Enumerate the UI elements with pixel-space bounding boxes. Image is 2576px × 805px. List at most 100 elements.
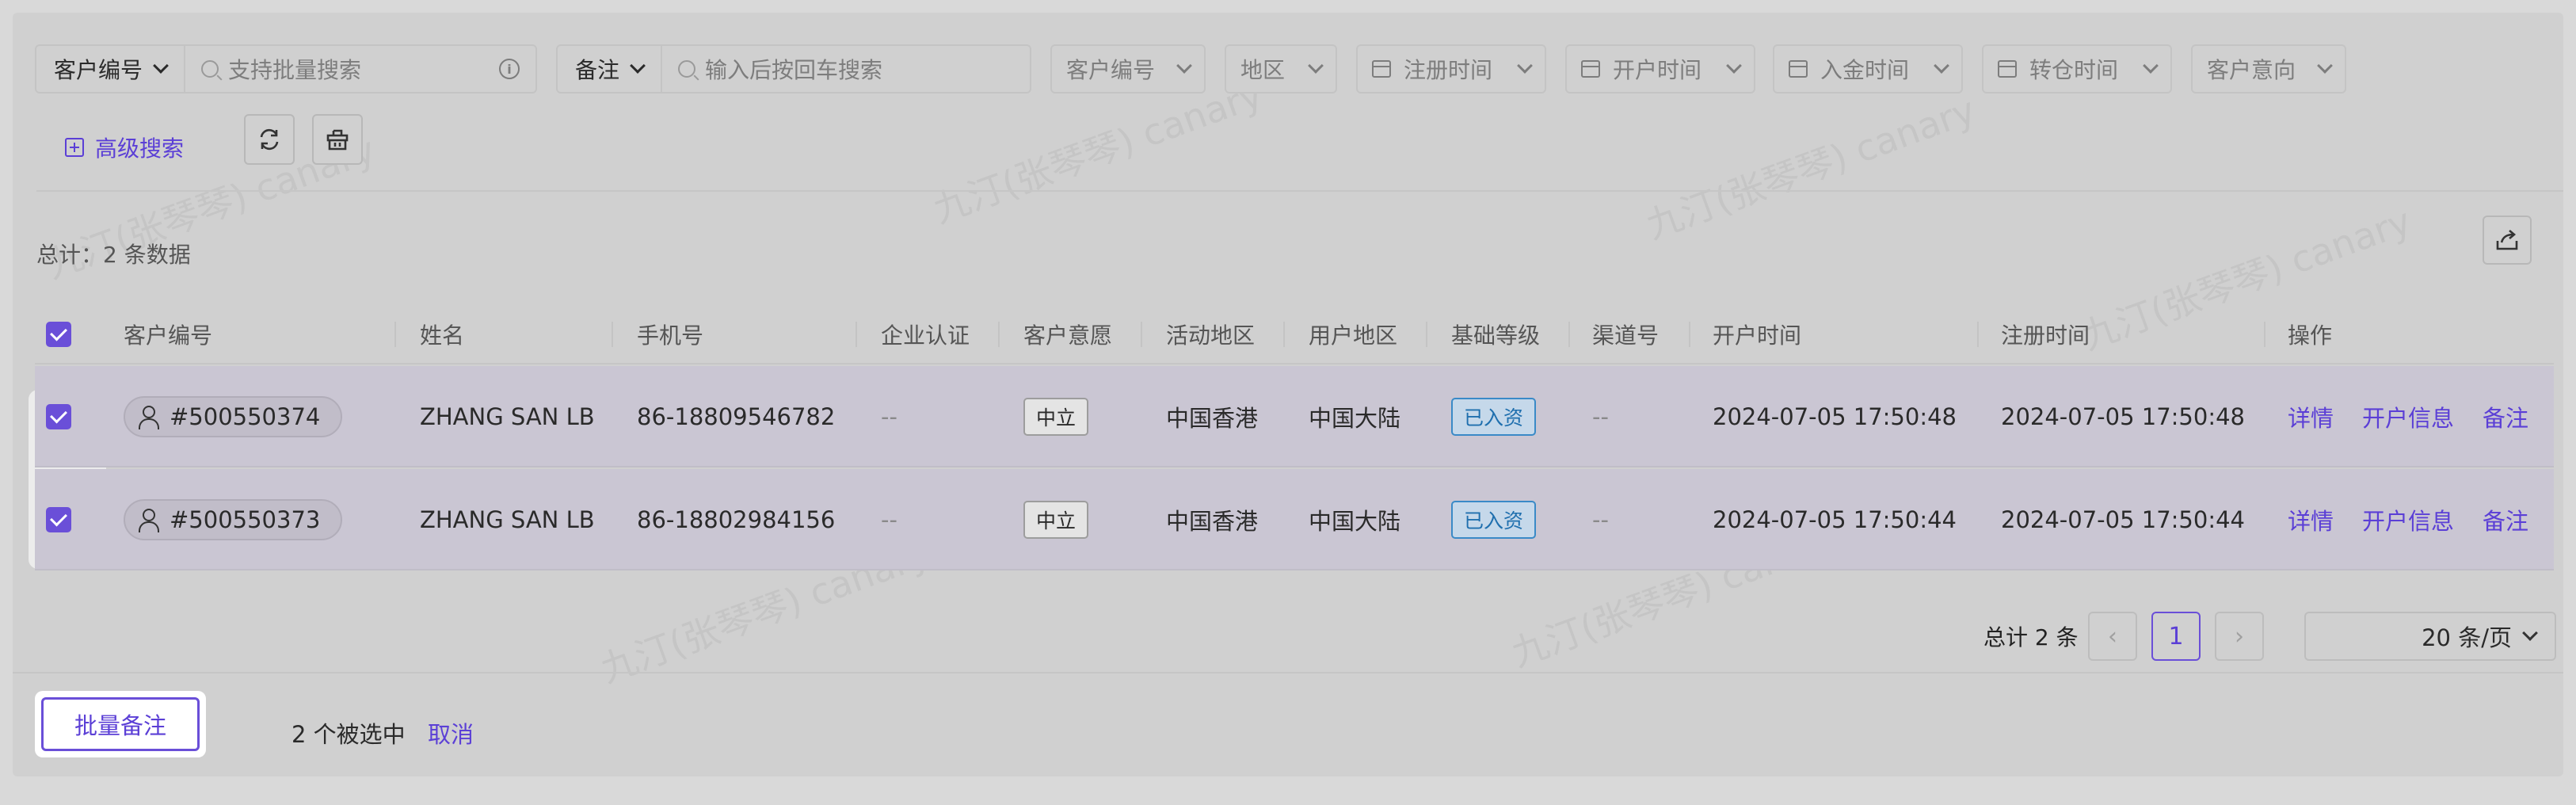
customer-id-select[interactable]: 客户编号 xyxy=(36,46,186,92)
customer-name: ZHANG SAN LB xyxy=(420,403,595,430)
calendar-icon xyxy=(1789,60,1808,78)
search-icon xyxy=(201,60,219,78)
clear-filter-button[interactable] xyxy=(312,114,363,165)
table-header: 客户编号 姓名 手机号 企业认证 客户意愿 活动地区 用户地区 基础等级 渠道号… xyxy=(35,304,2554,364)
column-separator xyxy=(394,322,396,347)
detail-link[interactable]: 详情 xyxy=(2288,400,2334,433)
deposit-time-label: 入金时间 xyxy=(1820,57,1910,83)
channel: -- xyxy=(1592,506,1609,533)
column-header: 开户时间 xyxy=(1713,322,1802,349)
transfer-time-filter[interactable]: 转仓时间 xyxy=(1982,44,2172,93)
chevron-down-icon xyxy=(1308,58,1324,74)
region-dropdown[interactable]: 地区 xyxy=(1225,44,1337,93)
user-icon xyxy=(138,509,159,532)
detail-link[interactable]: 详情 xyxy=(2288,503,2334,536)
chevron-down-icon xyxy=(153,58,169,74)
customer-id-dropdown[interactable]: 客户编号 xyxy=(1050,44,1206,93)
chevron-down-icon xyxy=(1934,58,1949,74)
register-time-label: 注册时间 xyxy=(1404,57,1493,83)
calendar-icon xyxy=(1372,60,1391,78)
column-header: 操作 xyxy=(2288,322,2333,349)
channel: -- xyxy=(1592,403,1609,430)
advanced-search-button[interactable]: 高级搜索 xyxy=(65,132,184,163)
footer-divider xyxy=(13,672,2563,673)
user-icon xyxy=(138,406,159,429)
chevron-down-icon xyxy=(630,58,646,74)
next-page-button[interactable]: › xyxy=(2215,612,2264,661)
column-separator xyxy=(2264,322,2265,347)
deposit-time-filter[interactable]: 入金时间 xyxy=(1773,44,1963,93)
column-separator xyxy=(1141,322,1142,347)
user-region: 中国大陆 xyxy=(1309,508,1401,535)
region-dropdown-label: 地区 xyxy=(1240,57,1286,83)
batch-remark-button[interactable]: 批量备注 xyxy=(41,697,200,751)
pagination-total: 总计 2 条 xyxy=(1983,624,2079,650)
register-time: 2024-07-05 17:50:44 xyxy=(2001,506,2245,533)
select-all-checkbox[interactable] xyxy=(46,304,71,364)
open-time-filter[interactable]: 开户时间 xyxy=(1565,44,1755,93)
column-separator xyxy=(1283,322,1285,347)
chevron-down-icon xyxy=(2522,625,2538,641)
account-info-link[interactable]: 开户信息 xyxy=(2362,503,2454,536)
basket-icon xyxy=(326,129,349,151)
column-header: 基础等级 xyxy=(1451,322,1541,349)
column-header: 用户地区 xyxy=(1309,322,1398,349)
customer-id-search: 客户编号 支持批量搜索 i xyxy=(35,44,537,93)
activity-region: 中国香港 xyxy=(1166,508,1259,535)
column-separator xyxy=(612,322,613,347)
level-tag: 已入资 xyxy=(1451,501,1537,539)
customer-id-pill[interactable]: #500550373 xyxy=(124,499,343,540)
intention-tag: 中立 xyxy=(1023,501,1089,539)
remark-link[interactable]: 备注 xyxy=(2483,503,2528,536)
customer-name: ZHANG SAN LB xyxy=(420,506,595,533)
info-icon[interactable]: i xyxy=(499,59,520,79)
cancel-selection-link[interactable]: 取消 xyxy=(428,716,474,750)
register-time-filter[interactable]: 注册时间 xyxy=(1356,44,1546,93)
row-checkbox[interactable] xyxy=(46,366,71,467)
chevron-down-icon xyxy=(1517,58,1533,74)
enterprise-cert: -- xyxy=(881,506,897,533)
table-row: #500550373 ZHANG SAN LB 86-18802984156 -… xyxy=(35,469,2554,570)
open-time: 2024-07-05 17:50:48 xyxy=(1713,403,1957,430)
page-size-label: 20 条/页 xyxy=(2422,624,2512,651)
page-button[interactable]: 1 xyxy=(2151,612,2201,661)
customer-id-select-label: 客户编号 xyxy=(54,57,143,83)
enterprise-cert: -- xyxy=(881,403,897,430)
remark-select[interactable]: 备注 xyxy=(558,46,663,92)
account-info-link[interactable]: 开户信息 xyxy=(2362,400,2454,433)
chevron-down-icon xyxy=(1726,58,1742,74)
total-count: 总计：2 条数据 xyxy=(36,242,191,268)
intention-dropdown[interactable]: 客户意向 xyxy=(2191,44,2346,93)
calendar-icon xyxy=(1998,60,2017,78)
phone: 86-18802984156 xyxy=(637,506,836,533)
chevron-right-icon: › xyxy=(2235,622,2244,650)
intention-tag: 中立 xyxy=(1023,398,1089,436)
activity-region: 中国香港 xyxy=(1166,405,1259,432)
column-separator xyxy=(1689,322,1690,347)
column-header: 企业认证 xyxy=(881,322,970,349)
advanced-search-label: 高级搜索 xyxy=(95,135,185,162)
divider xyxy=(36,190,2563,192)
batch-search-input[interactable]: 支持批量搜索 i xyxy=(185,46,535,92)
transfer-time-label: 转仓时间 xyxy=(2029,57,2119,83)
checkbox-checked-icon xyxy=(46,404,71,429)
column-header: 注册时间 xyxy=(2001,322,2090,349)
phone: 86-18809546782 xyxy=(637,403,836,430)
row-checkbox[interactable] xyxy=(46,469,71,570)
remark-search-input[interactable]: 输入后按回车搜索 xyxy=(662,46,1030,92)
plus-square-icon xyxy=(65,138,84,157)
export-button[interactable] xyxy=(2483,216,2532,265)
column-header: 客户意愿 xyxy=(1023,322,1113,349)
prev-page-button[interactable]: ‹ xyxy=(2088,612,2137,661)
user-region: 中国大陆 xyxy=(1309,405,1401,432)
remark-link[interactable]: 备注 xyxy=(2483,400,2528,433)
remark-search-placeholder: 输入后按回车搜索 xyxy=(705,57,883,83)
page-size-select[interactable]: 20 条/页 xyxy=(2304,612,2556,661)
column-header: 手机号 xyxy=(637,322,704,349)
customer-id-pill[interactable]: #500550374 xyxy=(124,396,343,437)
customer-id-dropdown-label: 客户编号 xyxy=(1066,57,1156,83)
column-separator xyxy=(1426,322,1427,347)
level-tag: 已入资 xyxy=(1451,398,1537,436)
customer-id: #500550374 xyxy=(170,403,321,430)
refresh-button[interactable] xyxy=(244,114,295,165)
